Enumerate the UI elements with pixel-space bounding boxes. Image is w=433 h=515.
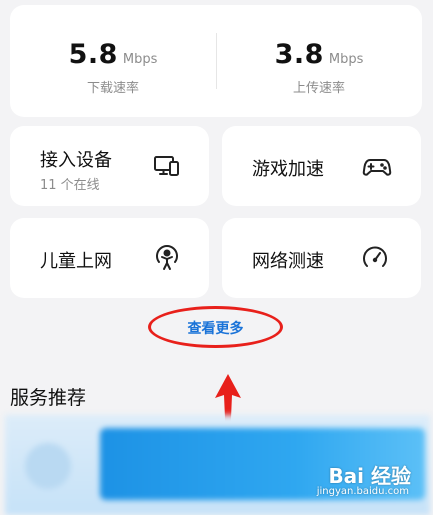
tile-connected-devices-title: 接入设备	[40, 150, 112, 171]
gamepad-icon	[362, 151, 392, 181]
tile-connected-devices-subtitle: 11 个在线	[40, 178, 100, 193]
view-more-label: 查看更多	[187, 321, 244, 337]
speedometer-icon	[360, 243, 390, 273]
upload-speed-label: 上传速率	[292, 81, 345, 96]
services-title: 服务推荐	[10, 387, 87, 409]
tile-connected-devices[interactable]: 接入设备 11 个在线	[10, 126, 209, 206]
speed-card: 5.8 Mbps 下载速率 3.8 Mbps 上传速率	[10, 5, 422, 117]
upload-speed-unit: Mbps	[328, 52, 364, 67]
baidu-jingyan-watermark: Bai 经验 jingyan.baidu.com	[303, 460, 411, 508]
download-speed: 5.8 Mbps 下载速率	[10, 5, 216, 117]
devices-icon	[152, 151, 182, 181]
tile-speed-test[interactable]: 网络测速	[222, 218, 421, 298]
tile-game-acceleration-title: 游戏加速	[252, 159, 324, 180]
download-speed-unit: Mbps	[122, 52, 158, 67]
child-icon	[152, 243, 182, 273]
view-more-button[interactable]: 查看更多	[148, 306, 283, 348]
tile-children-online[interactable]: 儿童上网	[10, 218, 209, 298]
upload-speed-value: 3.8	[274, 39, 324, 70]
watermark-logo: Bai 经验	[328, 464, 411, 488]
banner-thumbnail	[25, 443, 71, 489]
tile-speed-test-title: 网络测速	[252, 251, 324, 272]
watermark-url: jingyan.baidu.com	[316, 486, 409, 497]
download-speed-value: 5.8	[68, 39, 118, 70]
upload-speed: 3.8 Mbps 上传速率	[216, 5, 422, 117]
tile-children-online-title: 儿童上网	[40, 251, 112, 272]
tile-game-acceleration[interactable]: 游戏加速	[222, 126, 421, 206]
download-speed-label: 下载速率	[86, 81, 139, 96]
